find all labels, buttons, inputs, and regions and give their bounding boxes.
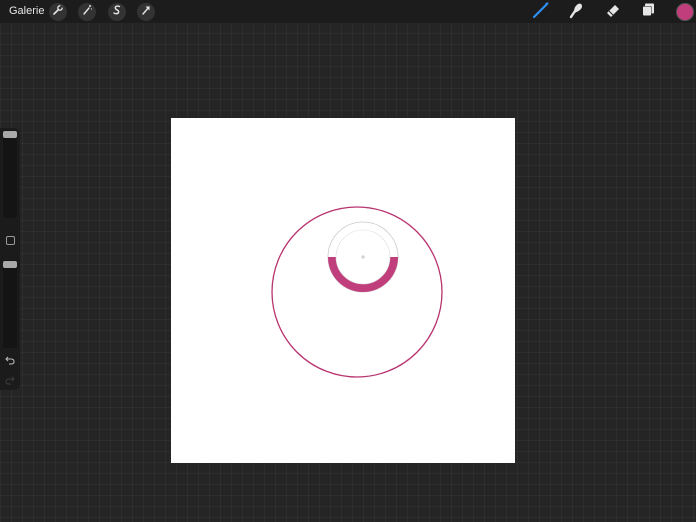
brush-size-slider[interactable] (3, 130, 17, 218)
adjustments-button[interactable] (78, 3, 96, 21)
brush-tool-button[interactable] (531, 1, 551, 24)
undo-button[interactable] (3, 355, 17, 367)
undo-icon (5, 352, 15, 370)
modify-button[interactable] (6, 236, 15, 245)
canvas-artwork (271, 206, 443, 378)
eraser-tool-button[interactable] (603, 2, 623, 22)
transform-button[interactable] (137, 3, 155, 21)
layers-icon (639, 1, 657, 24)
selection-button[interactable] (108, 3, 126, 21)
actions-button[interactable] (49, 3, 67, 21)
brush-icon (532, 1, 550, 24)
opacity-slider[interactable] (3, 260, 17, 348)
arrow-cursor-icon (140, 3, 152, 21)
color-picker-button[interactable] (676, 3, 694, 21)
magic-wand-icon (81, 3, 93, 21)
redo-button[interactable] (3, 375, 17, 387)
eraser-icon (604, 1, 622, 24)
top-toolbar: Galerie (0, 0, 696, 23)
drawing-canvas[interactable] (171, 118, 515, 463)
selection-s-icon (111, 3, 123, 21)
sidebar (0, 128, 20, 390)
brush-size-slider-thumb[interactable] (3, 131, 17, 138)
gallery-button[interactable]: Galerie (9, 4, 44, 18)
smudge-tool-button[interactable] (566, 2, 586, 22)
redo-icon (5, 372, 15, 390)
eyedropper-loupe (327, 221, 399, 293)
wrench-icon (52, 3, 64, 21)
smudge-icon (567, 1, 585, 24)
opacity-slider-thumb[interactable] (3, 261, 17, 268)
layers-tool-button[interactable] (638, 2, 658, 22)
